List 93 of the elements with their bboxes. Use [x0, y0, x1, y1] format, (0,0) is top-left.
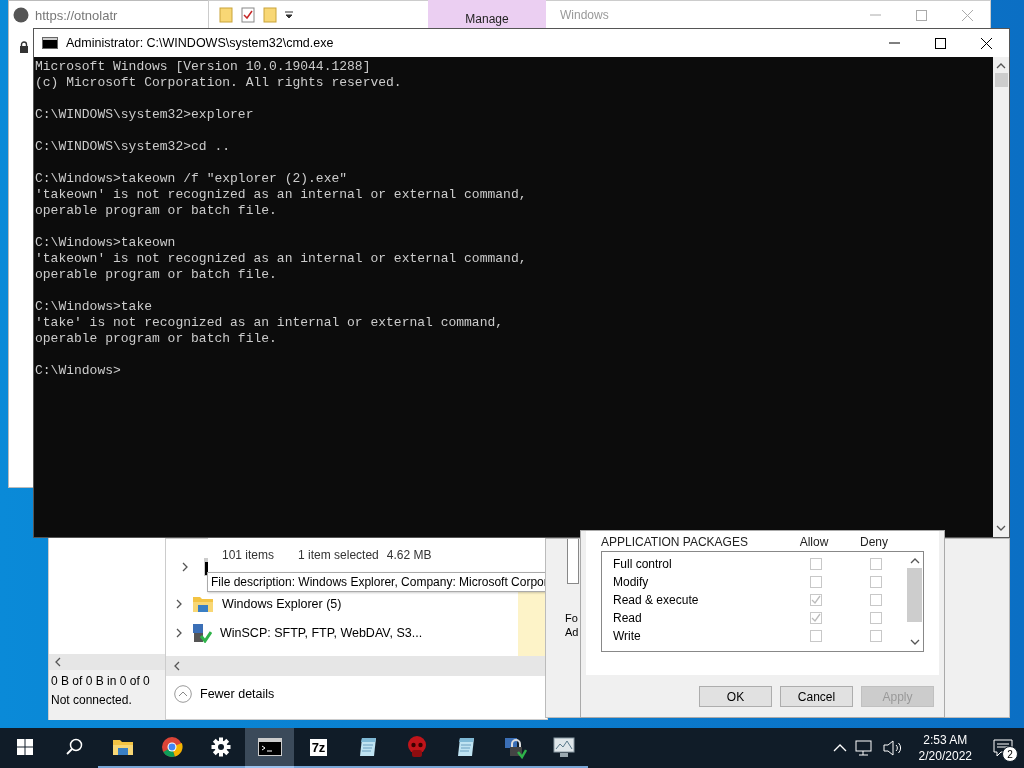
permission-name: Read & execute [613, 593, 700, 607]
checkbox[interactable] [810, 558, 822, 570]
permission-name: Write [613, 629, 642, 643]
ok-button[interactable]: OK [699, 686, 772, 707]
cancel-button[interactable]: Cancel [780, 686, 853, 707]
maximize-icon[interactable] [934, 37, 946, 49]
lock-icon [502, 735, 527, 759]
windows-icon [16, 739, 33, 755]
window-title: Windows [560, 8, 610, 22]
permission-name: Modify [613, 575, 650, 589]
gear-icon [210, 737, 231, 757]
status-text: 0 B of 0 B in 0 of 0 [51, 674, 151, 688]
folder-icon [192, 595, 214, 613]
archive-icon: 7z [309, 738, 328, 756]
expand-chevron-icon[interactable] [180, 562, 190, 572]
console-line: C:\Windows> [35, 363, 122, 379]
console-line: 'takeown' is not recognized as an internal or external command, [35, 251, 528, 267]
notification-button[interactable]: 2 [988, 733, 1018, 763]
list-box [567, 539, 579, 584]
notification-count: 2 [1002, 746, 1018, 762]
console-line: 'take' is not recognized as an internal or external command, [35, 315, 505, 331]
label-text: Fo [565, 612, 578, 624]
checkbox[interactable] [870, 594, 882, 606]
console-line: 'takeown' is not recognized as an internal or external command, [35, 187, 528, 203]
column-header: Deny [859, 535, 889, 549]
preview-pane [518, 590, 546, 656]
checkbox[interactable] [870, 558, 882, 570]
group-name: APPLICATION PACKAGES [601, 535, 749, 549]
scrollbar[interactable] [49, 654, 167, 670]
size-text: 4.62 MB [386, 548, 432, 562]
checkbox[interactable] [810, 594, 822, 606]
process-name[interactable]: WinSCP: SFTP, FTP, WebDAV, S3... [220, 626, 423, 640]
scroll-up-icon[interactable] [909, 556, 920, 566]
message-icon [993, 739, 1013, 757]
taskbar-app[interactable]: 7z [294, 728, 343, 768]
collapse-icon [174, 685, 192, 703]
scroll-left-icon[interactable] [172, 661, 182, 671]
status-text: Not connected. [51, 693, 133, 707]
window-title: Administrator: C:\WINDOWS\system32\cmd.exe [66, 36, 335, 50]
lock-icon [19, 41, 29, 53]
chevron-up-icon[interactable] [832, 743, 847, 753]
taskbar-app[interactable] [245, 728, 294, 768]
favicon-icon [13, 7, 29, 23]
checkbox[interactable] [870, 612, 882, 624]
label-text: Ad [565, 626, 579, 638]
console-line: (c) Microsoft Corporation. All rights reserved. [35, 75, 403, 91]
console-line: operable program or batch file. [35, 267, 278, 283]
console-line: operable program or batch file. [35, 203, 278, 219]
scroll-down-icon[interactable] [996, 523, 1006, 533]
folder-icon [111, 738, 134, 756]
properties-icon[interactable] [241, 7, 255, 23]
volume-icon[interactable] [882, 740, 903, 756]
console-line: C:\Windows>takeown [35, 235, 177, 251]
network-icon[interactable] [854, 740, 875, 756]
console-line: C:\Windows>takeown /f "explorer (2).exe" [35, 171, 349, 187]
checkbox[interactable] [810, 630, 822, 642]
scroll-up-icon[interactable] [996, 61, 1006, 71]
process-name[interactable]: Windows Explorer (5) [222, 597, 342, 611]
scroll-left-icon[interactable] [53, 657, 63, 667]
dropdown-icon[interactable] [285, 11, 293, 19]
expand-chevron-icon[interactable] [174, 599, 184, 609]
time-text: 2:53 AM [923, 732, 968, 748]
console-line: C:\WINDOWS\system32>explorer [35, 107, 255, 123]
console-line: Microsoft Windows [Version 10.0.19044.1288] [35, 59, 372, 75]
ribbon-tab[interactable]: Manage [428, 0, 546, 30]
date-text: 2/20/2022 [918, 748, 972, 764]
scrollbar[interactable] [166, 656, 547, 676]
checkbox[interactable] [870, 630, 882, 642]
console-line: C:\Windows>take [35, 299, 154, 315]
clock[interactable]: 2:53 AM 2/20/2022 [910, 732, 980, 764]
search-icon [64, 738, 83, 756]
console-line: C:\WINDOWS\system32>cd .. [35, 139, 232, 155]
scroll-thumb[interactable] [994, 73, 1008, 87]
address-text[interactable]: https://otnolatr [35, 7, 118, 23]
item-count: 101 items [222, 548, 275, 562]
expand-chevron-icon[interactable] [174, 628, 184, 638]
selection-text: 1 item selected [298, 548, 379, 562]
fewer-details-button[interactable]: Fewer details [174, 685, 275, 703]
checkbox[interactable] [810, 576, 822, 588]
scroll-down-icon[interactable] [909, 637, 920, 647]
minimize-icon[interactable] [888, 42, 900, 44]
console-line: operable program or batch file. [35, 331, 278, 347]
permission-name: Full control [613, 557, 673, 571]
monitor-icon [551, 736, 576, 758]
permission-name: Read [613, 611, 643, 625]
checkbox[interactable] [870, 576, 882, 588]
winscp-icon [192, 623, 212, 643]
chrome-icon [160, 736, 183, 758]
scroll-thumb[interactable] [907, 568, 922, 622]
checkbox[interactable] [810, 612, 822, 624]
close-icon[interactable] [980, 37, 992, 49]
scrollbar[interactable] [993, 57, 1009, 537]
column-header: Allow [798, 535, 830, 549]
